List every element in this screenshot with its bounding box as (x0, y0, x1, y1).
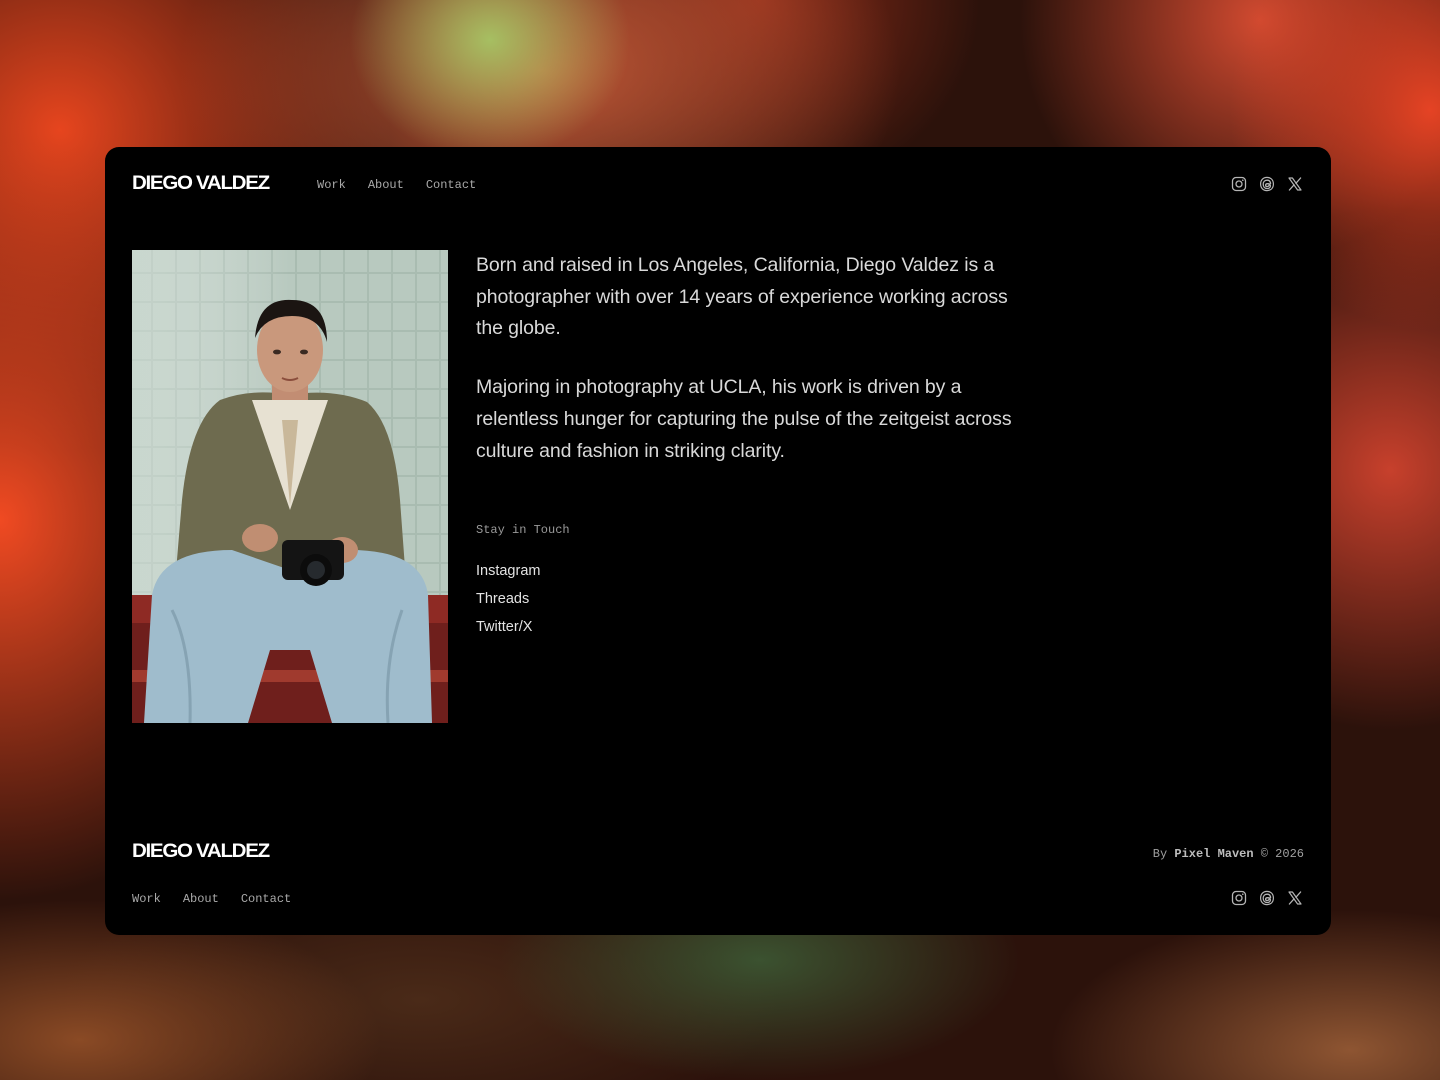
nav-about[interactable]: About (368, 178, 404, 192)
stay-in-touch-links: Instagram Threads Twitter/X (476, 557, 540, 641)
credit-copyright: © 2026 (1260, 847, 1304, 861)
footer-social (1231, 890, 1303, 906)
x-icon[interactable] (1287, 176, 1303, 192)
bio-paragraph: Majoring in photography at UCLA, his wor… (476, 376, 1012, 462)
link-instagram[interactable]: Instagram (476, 557, 540, 585)
threads-icon[interactable] (1259, 176, 1275, 192)
nav-contact[interactable]: Contact (426, 178, 476, 192)
header-nav: Work About Contact (317, 178, 476, 192)
bio-paragraph: Born and raised in Los Angeles, Californ… (476, 254, 1008, 340)
x-icon[interactable] (1287, 890, 1303, 906)
credit-author[interactable]: Pixel Maven (1174, 847, 1253, 861)
footer-credit: By Pixel Maven © 2026 (1153, 847, 1304, 861)
footer-nav-work[interactable]: Work (132, 892, 161, 906)
stay-in-touch-title: Stay in Touch (476, 523, 570, 537)
footer-logo[interactable]: DIEGO VALDEZ (132, 841, 270, 863)
nav-work[interactable]: Work (317, 178, 346, 192)
footer-nav-about[interactable]: About (183, 892, 219, 906)
portrait-illustration (132, 250, 448, 723)
site-window: DIEGO VALDEZ Work About Contact Born and… (105, 147, 1331, 935)
about-bio: Born and raised in Los Angeles, Californ… (476, 250, 1016, 494)
footer-nav-contact[interactable]: Contact (241, 892, 291, 906)
credit-prefix: By (1152, 847, 1168, 861)
link-threads[interactable]: Threads (476, 585, 540, 613)
instagram-icon[interactable] (1231, 890, 1247, 906)
portrait-photo (132, 250, 448, 723)
threads-icon[interactable] (1259, 890, 1275, 906)
instagram-icon[interactable] (1231, 176, 1247, 192)
header-social (1231, 176, 1303, 192)
link-twitter-x[interactable]: Twitter/X (476, 613, 540, 641)
footer-nav: Work About Contact (132, 892, 291, 906)
site-logo[interactable]: DIEGO VALDEZ (132, 173, 270, 195)
